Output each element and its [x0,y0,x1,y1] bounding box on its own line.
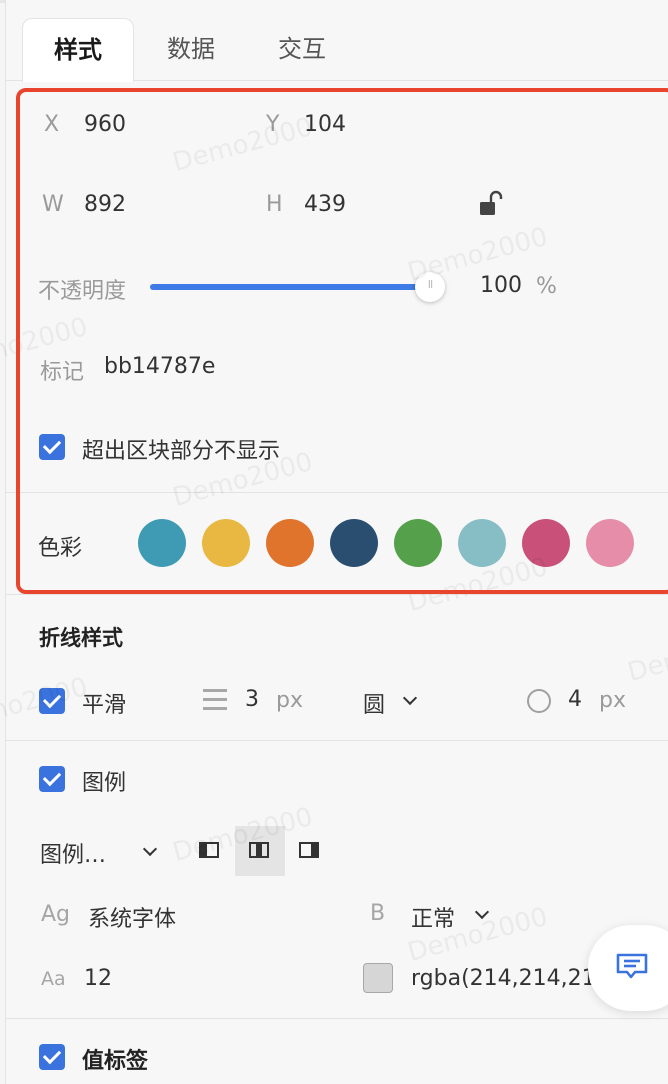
marker-circle-icon [527,689,551,713]
line-width-unit: px [276,688,303,713]
smooth-checkbox[interactable] [39,688,65,714]
chevron-down-icon[interactable] [142,841,158,857]
legend-position-select[interactable]: 图例… [40,837,106,869]
tab-style[interactable]: 样式 [22,18,134,82]
smooth-label: 平滑 [82,693,127,718]
line-style-title: 折线样式 [39,626,123,650]
chevron-down-icon[interactable] [474,904,490,920]
marker-shape-select[interactable]: 圆 [363,687,385,719]
value-label-checkbox[interactable] [39,1044,65,1070]
line-width-icon [203,689,227,711]
tab-bar: 样式 数据 交互 [6,0,668,82]
chevron-down-icon[interactable] [402,690,418,706]
font-weight-select[interactable]: 正常 [411,901,455,933]
marker-size-unit: px [599,688,626,713]
line-width-input[interactable]: 3 [245,687,259,712]
selection-highlight [16,88,668,594]
tab-data[interactable]: 数据 [136,18,246,81]
feedback-chat-button[interactable] [588,925,668,1011]
divider [6,594,668,595]
watermark-text: Demo2000 [624,621,668,689]
legend-color-swatch[interactable] [363,963,393,993]
font-size-icon: Aa [41,968,66,990]
legend-align-right-button[interactable] [285,826,335,876]
bold-icon: B [370,901,386,926]
legend-label: 图例 [82,771,127,796]
font-family-icon: Ag [41,902,71,927]
tab-interaction[interactable]: 交互 [246,18,358,81]
legend-align-left-button[interactable] [185,826,235,876]
marker-size-input[interactable]: 4 [568,687,582,712]
value-label-label: 值标签 [82,1049,149,1074]
divider [6,1018,668,1019]
chat-icon [616,953,648,979]
legend-align-center-button[interactable] [235,826,285,876]
legend-checkbox[interactable] [39,766,65,792]
font-size-input[interactable]: 12 [84,966,112,991]
font-family-select[interactable]: 系统字体 [88,901,176,933]
divider [6,740,668,741]
